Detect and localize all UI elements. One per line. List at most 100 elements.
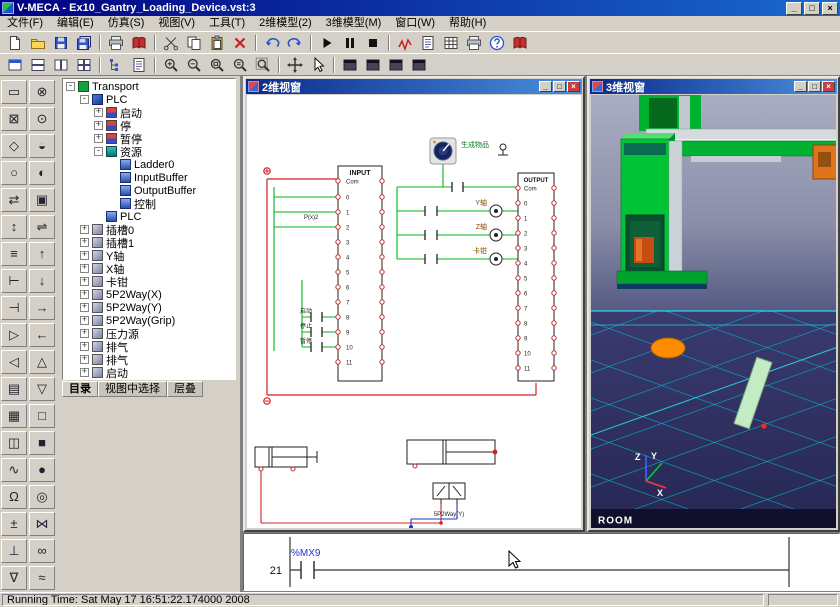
expand-icon[interactable]: + — [80, 329, 89, 338]
tree-item[interactable]: +排气 — [63, 353, 235, 366]
expand-icon[interactable]: + — [80, 316, 89, 325]
tree-item[interactable]: +插槽1 — [63, 236, 235, 249]
2d-window-titlebar[interactable]: 2维视窗 _ □ × — [246, 79, 582, 94]
tree-item[interactable]: -Transport — [63, 80, 235, 93]
expand-icon[interactable]: + — [80, 355, 89, 364]
palette-tool-11[interactable]: ◁ — [1, 350, 27, 374]
expand-icon[interactable]: + — [80, 303, 89, 312]
palette-tool-33[interactable]: ■ — [29, 431, 55, 455]
close-button[interactable]: × — [822, 2, 838, 15]
expand-icon[interactable]: + — [80, 238, 89, 247]
expand-icon[interactable]: - — [94, 147, 103, 156]
project-tree-icon[interactable] — [105, 55, 127, 75]
menu-item[interactable]: 2维模型(2) — [252, 16, 319, 31]
run-icon[interactable] — [316, 33, 338, 53]
tree-item[interactable]: Ladder0 — [63, 158, 235, 171]
palette-tool-23[interactable]: ◐ — [29, 161, 55, 185]
expand-icon[interactable]: + — [94, 134, 103, 143]
new-icon[interactable] — [4, 33, 26, 53]
palette-tool-21[interactable]: ⊙ — [29, 107, 55, 131]
palette-tool-13[interactable]: ▦ — [1, 404, 27, 428]
menu-item[interactable]: 仿真(S) — [101, 16, 152, 31]
manual-icon[interactable] — [509, 33, 531, 53]
save-all-icon[interactable] — [73, 33, 95, 53]
3d-close-button[interactable]: × — [822, 81, 835, 92]
cut-icon[interactable] — [160, 33, 182, 53]
palette-tool-6[interactable]: ↕ — [1, 215, 27, 239]
stop-icon[interactable] — [362, 33, 384, 53]
palette-tool-8[interactable]: ⊢ — [1, 269, 27, 293]
trace-icon[interactable] — [394, 33, 416, 53]
palette-tool-14[interactable]: ◫ — [1, 431, 27, 455]
palette-tool-16[interactable]: Ω — [1, 485, 27, 509]
3d-window-titlebar[interactable]: 3维视窗 _ □ × — [590, 79, 837, 94]
data-table-icon[interactable] — [440, 33, 462, 53]
palette-tool-2[interactable]: ⊠ — [1, 107, 27, 131]
zoom-in-icon[interactable] — [160, 55, 182, 75]
palette-tool-18[interactable]: ⊥ — [1, 539, 27, 563]
2d-restore-button[interactable]: □ — [553, 81, 566, 92]
palette-tool-26[interactable]: ↑ — [29, 242, 55, 266]
palette-tool-19[interactable]: ∇ — [1, 566, 27, 590]
notes-icon[interactable] — [417, 33, 439, 53]
view-iso-icon[interactable] — [408, 55, 430, 75]
properties-icon[interactable] — [128, 55, 150, 75]
tree-item[interactable]: +启动 — [63, 366, 235, 379]
palette-tool-1[interactable]: ▭ — [1, 80, 27, 104]
3d-minimize-button[interactable]: _ — [794, 81, 807, 92]
zoom-window-icon[interactable] — [206, 55, 228, 75]
palette-tool-29[interactable]: ← — [29, 323, 55, 347]
expand-icon[interactable]: + — [80, 368, 89, 377]
palette-tool-9[interactable]: ⊣ — [1, 296, 27, 320]
palette-tool-10[interactable]: ▷ — [1, 323, 27, 347]
zoom-out-icon[interactable] — [183, 55, 205, 75]
expand-icon[interactable]: + — [80, 277, 89, 286]
expand-icon[interactable]: - — [66, 82, 75, 91]
knob-control[interactable] — [430, 138, 456, 164]
palette-tool-34[interactable]: ● — [29, 458, 55, 482]
workpiece-3d[interactable] — [651, 338, 685, 358]
redo-icon[interactable] — [284, 33, 306, 53]
tree-tab[interactable]: 视图中选择 — [98, 381, 167, 397]
tree-item[interactable]: +卡钳 — [63, 275, 235, 288]
palette-tool-5[interactable]: ⇄ — [1, 188, 27, 212]
tree-item[interactable]: +5P2Way(X) — [63, 288, 235, 301]
palette-tool-36[interactable]: ⋈ — [29, 512, 55, 536]
delete-icon[interactable] — [229, 33, 251, 53]
tree-item[interactable]: +暂停 — [63, 132, 235, 145]
expand-icon[interactable]: - — [80, 95, 89, 104]
expand-icon[interactable]: + — [80, 342, 89, 351]
pause-icon[interactable] — [339, 33, 361, 53]
expand-icon[interactable]: + — [80, 251, 89, 260]
cylinder-1-symbol[interactable] — [255, 447, 317, 467]
tree-tab[interactable]: 目录 — [62, 381, 98, 397]
palette-tool-35[interactable]: ◎ — [29, 485, 55, 509]
palette-tool-30[interactable]: △ — [29, 350, 55, 374]
view-front-icon[interactable] — [339, 55, 361, 75]
3d-restore-button[interactable]: □ — [808, 81, 821, 92]
quad-view-icon[interactable] — [73, 55, 95, 75]
pan-icon[interactable] — [284, 55, 306, 75]
pushbutton-symbol[interactable] — [498, 144, 508, 155]
print-report-icon[interactable] — [463, 33, 485, 53]
menu-item[interactable]: 编辑(E) — [50, 16, 101, 31]
tree-item[interactable]: +X轴 — [63, 262, 235, 275]
tree-item[interactable]: -PLC — [63, 93, 235, 106]
tree-item[interactable]: +5P2Way(Grip) — [63, 314, 235, 327]
palette-tool-32[interactable]: □ — [29, 404, 55, 428]
tree-item[interactable]: +5P2Way(Y) — [63, 301, 235, 314]
tree-item[interactable]: 控制 — [63, 197, 235, 210]
library-icon[interactable] — [128, 33, 150, 53]
menu-item[interactable]: 视图(V) — [151, 16, 202, 31]
single-view-icon[interactable] — [4, 55, 26, 75]
tile-horizontal-icon[interactable] — [27, 55, 49, 75]
expand-icon[interactable]: + — [80, 264, 89, 273]
valve-symbol[interactable] — [433, 483, 465, 504]
tree-item[interactable]: InputBuffer — [63, 171, 235, 184]
palette-tool-7[interactable]: ≡ — [1, 242, 27, 266]
palette-tool-4[interactable]: ○ — [1, 161, 27, 185]
palette-tool-24[interactable]: ▣ — [29, 188, 55, 212]
palette-tool-3[interactable]: ◇ — [1, 134, 27, 158]
expand-icon[interactable]: + — [94, 108, 103, 117]
expand-icon[interactable]: + — [94, 121, 103, 130]
